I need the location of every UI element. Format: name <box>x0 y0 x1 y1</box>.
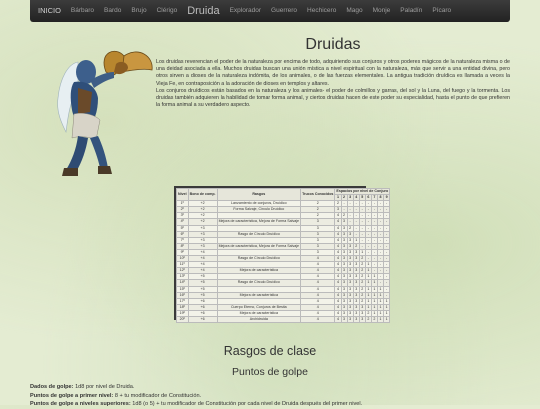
cell-bono: +6 <box>187 315 218 324</box>
header-nivel: Nivel <box>176 187 189 202</box>
header-bono: Bono de comp. <box>187 187 218 202</box>
cell-rasgo: Mejora de característica, Mejora de Form… <box>216 218 302 226</box>
hp-higher-levels-line: Puntos de golpe a niveles superiores: 1d… <box>30 400 510 409</box>
intro-paragraph-2: Los conjuros druídicos están basados en … <box>156 87 510 109</box>
header-trucos: Trucos Conocidos <box>300 187 336 202</box>
nav-link-brujo[interactable]: Brujo <box>126 0 151 22</box>
table-row: 20º +6 Archidruida 4 4 3 3 3 3 2 2 1 1 <box>176 315 391 324</box>
druid-leg-left <box>66 136 88 172</box>
progression-table-frame: Nivel Bono de comp. Rasgos Trucos Conoci… <box>174 186 391 324</box>
hp-first-level-line: Puntos de golpe a primer nivel: 8 + tu m… <box>30 392 510 401</box>
nav-link-paladin[interactable]: Paladín <box>395 0 427 22</box>
nav-link-barbaro[interactable]: Bárbaro <box>66 0 99 22</box>
header-espacios: Espacios por nivel de Conjuro <box>334 187 391 196</box>
nav-link-druida-active[interactable]: Druida <box>182 0 224 22</box>
nav-link-picaro[interactable]: Pícaro <box>427 0 456 22</box>
hp-higher-levels-value: 1d8 (o 5) + tu modificador de Constituci… <box>130 401 363 407</box>
top-navbar: INICIO Bárbaro Bardo Brujo Clérigo Druid… <box>30 0 510 22</box>
nav-link-clerigo[interactable]: Clérigo <box>152 0 183 22</box>
progression-table: Nivel Bono de comp. Rasgos Trucos Conoci… <box>176 187 391 324</box>
hit-dice-line: Dados de golpe: 1d8 por nivel de Druida. <box>30 383 510 392</box>
cell-trucos: 4 <box>300 315 336 324</box>
nav-link-mago[interactable]: Mago <box>341 0 367 22</box>
page-title: Druidas <box>305 36 361 53</box>
nav-link-hechicero[interactable]: Hechicero <box>302 0 341 22</box>
hit-dice-value: 1d8 por nivel de Druida. <box>73 384 135 390</box>
cell-rasgo: Mejora de característica, Mejora de Form… <box>216 242 302 250</box>
hp-higher-levels-label: Puntos de golpe a niveles superiores: <box>30 401 131 407</box>
druid-illustration <box>57 50 153 176</box>
hit-dice-label: Dados de golpe: <box>30 384 74 390</box>
druid-leg-right <box>90 136 108 168</box>
hp-first-level-value: 8 + tu modificador de Constitución. <box>113 392 202 399</box>
cell-slot: 1 <box>383 315 391 324</box>
intro-paragraph-1: Los druidas reverencian el poder de la n… <box>156 59 510 87</box>
hit-points-heading: Puntos de golpe <box>232 366 308 378</box>
nav-link-explorador[interactable]: Explorador <box>225 0 266 22</box>
nav-link-guerrero[interactable]: Guerrero <box>266 0 302 22</box>
class-features-heading: Rasgos de clase <box>223 344 317 358</box>
nav-link-monje[interactable]: Monje <box>368 0 396 22</box>
nav-link-bardo[interactable]: Bardo <box>99 0 126 22</box>
hp-first-level-label: Puntos de golpe a primer nivel: <box>30 392 114 399</box>
nav-home-link[interactable]: INICIO <box>33 0 66 22</box>
cell-rasgo: Archidruida <box>216 315 302 324</box>
druid-cloth <box>71 113 101 141</box>
cell-nivel: 20º <box>176 315 189 324</box>
intro-text: Los druidas reverencian el poder de la n… <box>156 59 510 109</box>
header-rasgos: Rasgos <box>216 187 302 202</box>
